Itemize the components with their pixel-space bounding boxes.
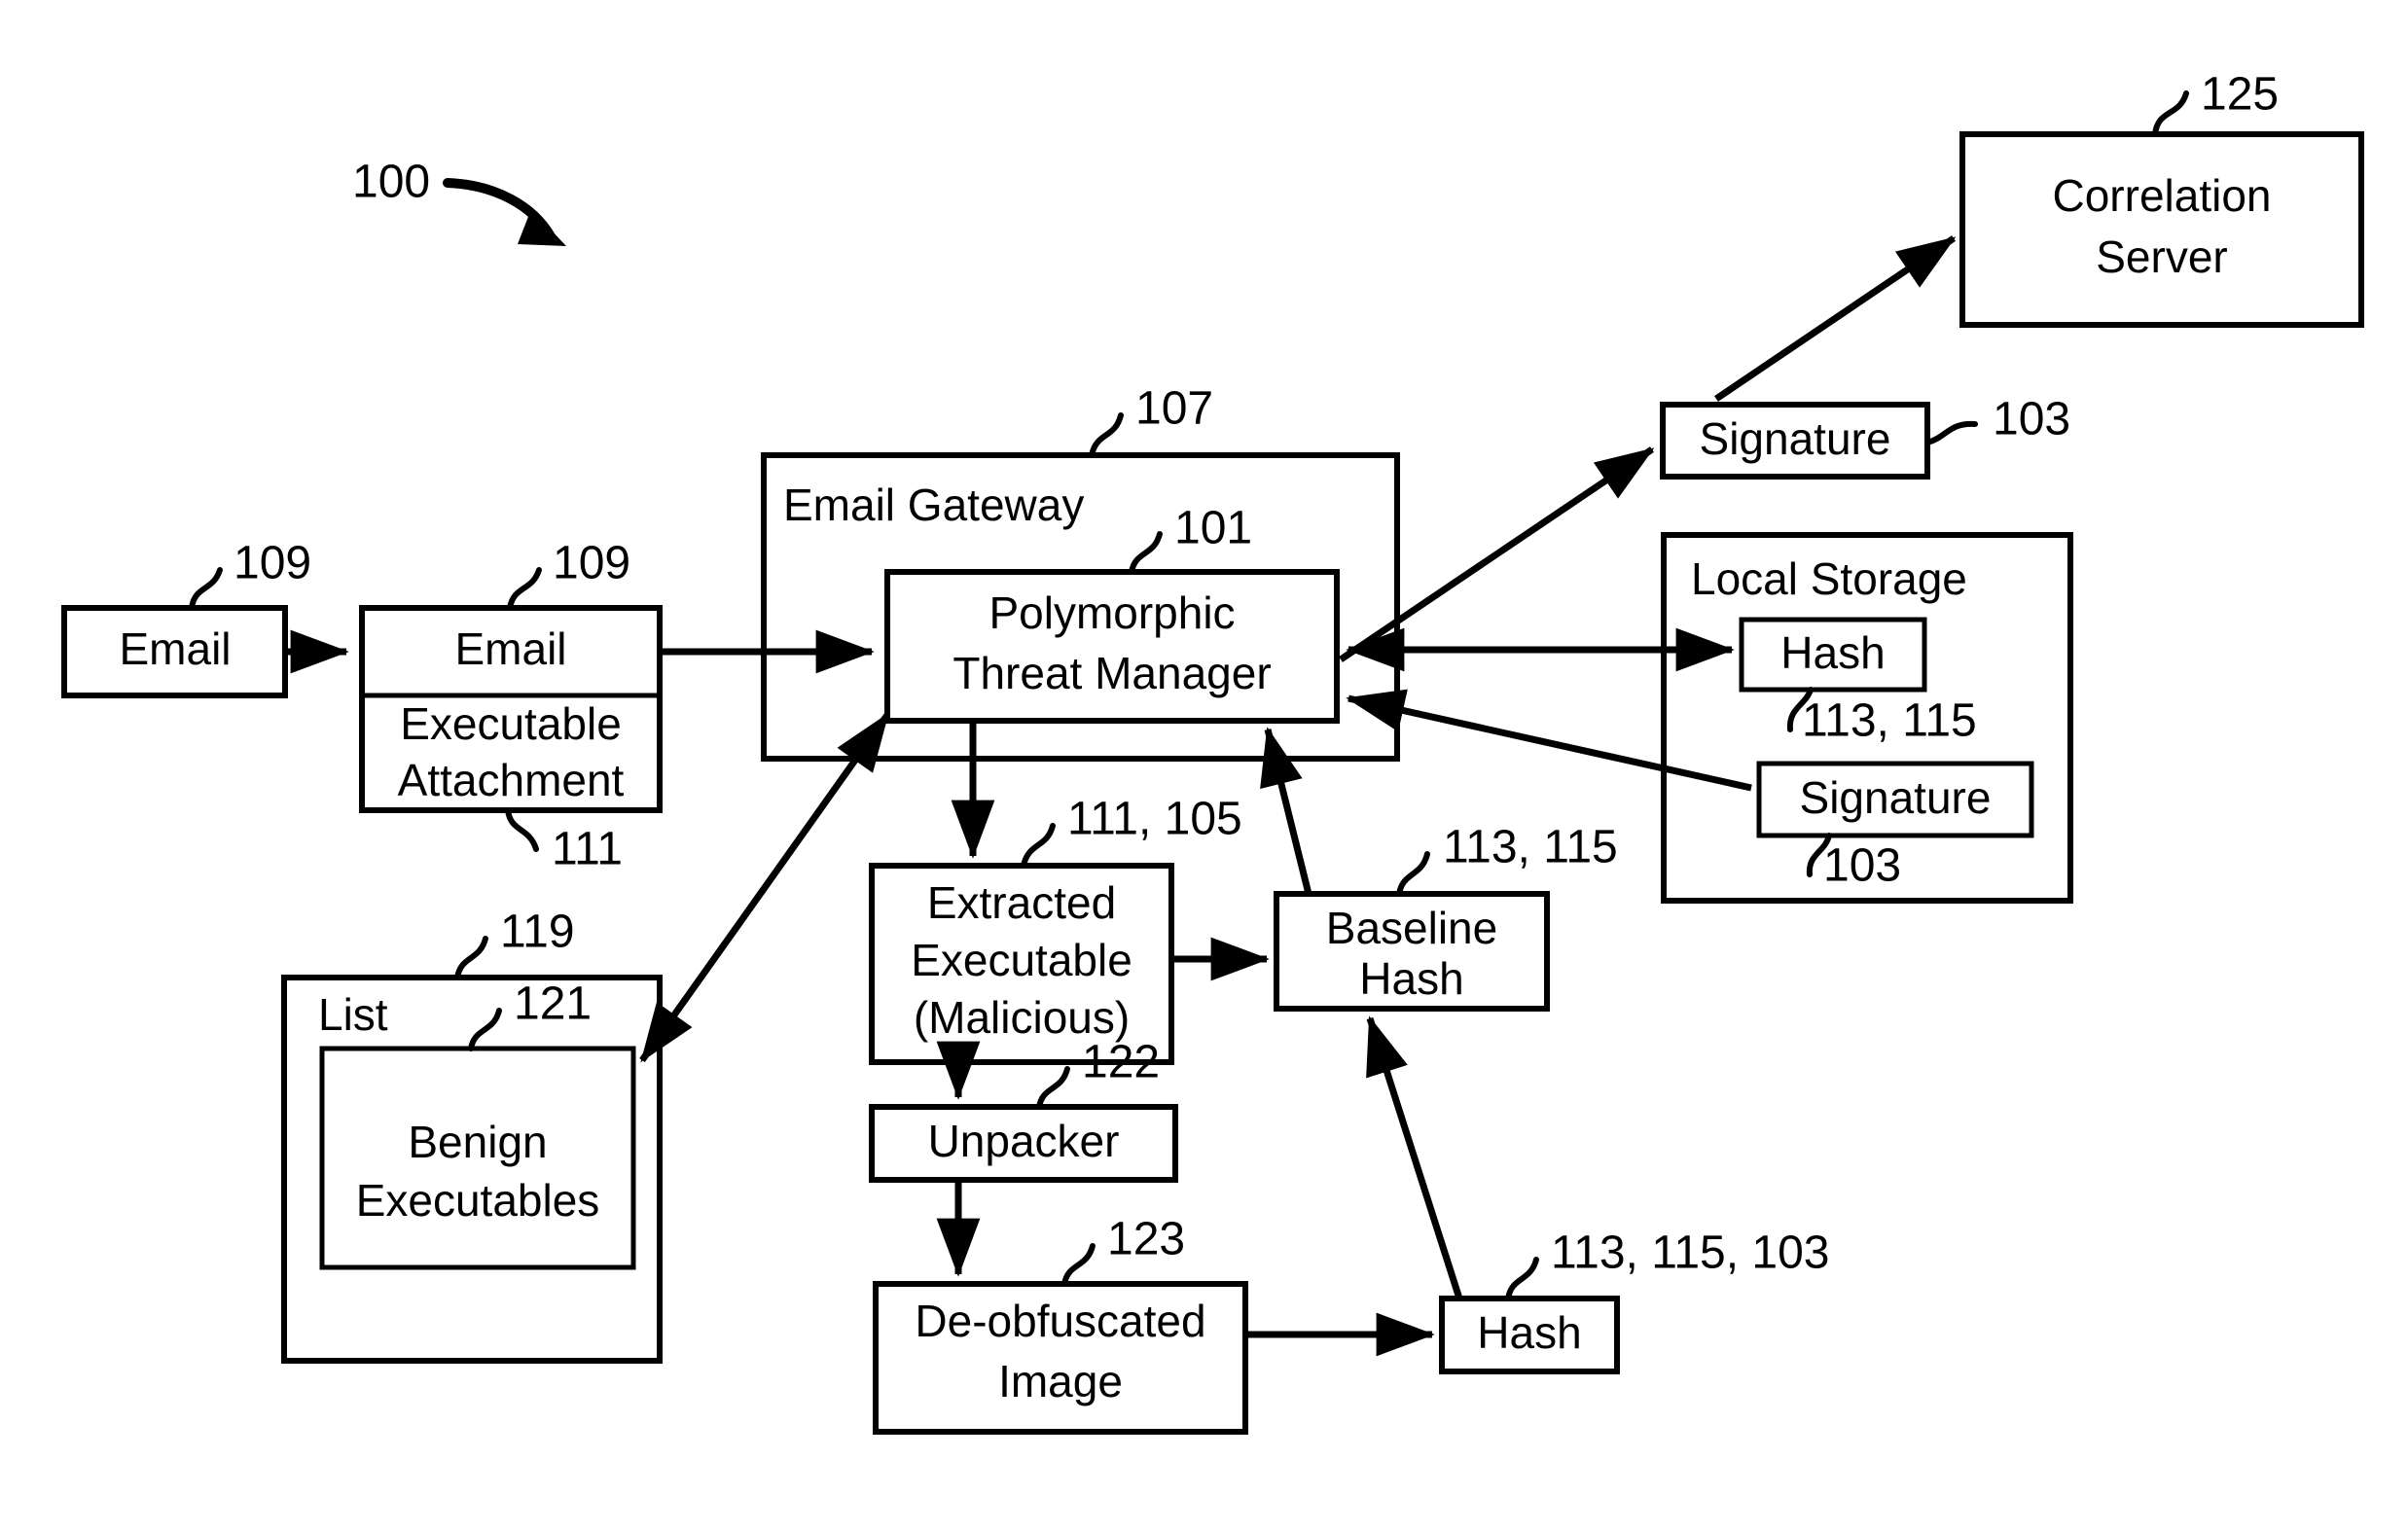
polymorphic-threat-manager-label-line1: Polymorphic [988,587,1235,638]
signature-out-ref: 103 [1993,394,2070,445]
connector-signature-out-to-correlation-server [1714,235,1957,402]
email-attachment-ref-top-group: 109 [507,538,630,611]
signature-out-ref-group: 103 [1924,394,2070,445]
local-storage-hash-label: Hash [1780,627,1885,678]
unpacker-ref: 122 [1082,1037,1160,1088]
deobfuscated-image-leader [1061,1243,1096,1287]
polymorphic-threat-manager-box[interactable]: Polymorphic Threat Manager [884,569,1340,724]
email-source-ref-group: 109 [189,538,311,611]
local-storage-signature-box[interactable]: Signature [1756,761,2034,838]
email-source-label: Email [119,623,231,674]
connector-list-ptm [639,712,890,1063]
email-attachment-leader-top [507,567,542,611]
baseline-hash-box[interactable]: Baseline Hash [1274,891,1550,1012]
extracted-executable-leader [1021,823,1056,869]
email-gateway-ref: 107 [1135,383,1213,435]
extracted-executable-label-line1: Extracted [927,877,1116,928]
email-attachment-label-line2: Attachment [398,755,625,805]
local-storage-signature-ref: 103 [1823,840,1901,892]
figure-canvas: 100 Correlation Server 125 Signature 103… [0,0,2408,1530]
baseline-hash-ref: 113, 115 [1443,822,1618,873]
baseline-hash-leader [1396,851,1430,897]
email-attachment-label-line1: Executable [400,698,622,749]
email-attachment-label-top: Email [454,623,566,674]
correlation-server-label-line1: Correlation [2053,170,2272,221]
figure-number-arrowhead [518,209,566,246]
extracted-executable-label-line2: Executable [911,935,1132,985]
hash-result-label: Hash [1477,1307,1581,1358]
extracted-executable-box[interactable]: Extracted Executable (Malicious) [869,863,1174,1065]
email-attachment-box[interactable]: Email Executable Attachment [359,605,663,813]
email-attachment-ref-top: 109 [553,538,630,589]
email-attachment-leader-bottom [505,807,539,852]
deobfuscated-image-label-line1: De-obfuscated [915,1296,1205,1346]
figure-number-group: 100 [352,157,566,246]
email-source-leader [189,567,223,611]
correlation-server-label-line2: Server [2096,231,2227,282]
email-attachment-ref-bottom-group: 111 [505,807,623,875]
email-source-ref: 109 [234,538,311,589]
hash-result-ref: 113, 115, 103 [1551,1228,1829,1279]
extracted-executable-ref: 111, 105 [1067,794,1242,845]
email-gateway-label: Email Gateway [783,480,1084,530]
local-storage-label: Local Storage [1691,553,1967,604]
email-gateway-leader [1089,412,1124,458]
unpacker-box[interactable]: Unpacker [869,1104,1178,1183]
correlation-server-box[interactable]: Correlation Server [1959,131,2364,328]
signature-out-leader [1924,420,1978,445]
hash-result-leader [1505,1257,1539,1301]
local-storage-signature-ref-group: 103 [1806,833,1901,892]
local-storage-hash-ref-group: 113, 115 [1786,687,1977,747]
correlation-server-ref: 125 [2201,69,2279,121]
benign-executables-label-line1: Benign [408,1117,547,1167]
signature-out-label: Signature [1700,413,1891,464]
polymorphic-threat-manager-label-line2: Threat Manager [952,648,1271,698]
hash-result-ref-group: 113, 115, 103 [1505,1228,1829,1301]
benign-executables-label-line2: Executables [356,1175,600,1226]
email-gateway-ref-group: 107 [1089,383,1213,458]
signature-out-box[interactable]: Signature [1660,402,1930,480]
list-ref-group: 119 [454,907,575,980]
local-storage-hash-box[interactable]: Hash [1739,617,1927,693]
email-attachment-ref-bottom: 111 [552,824,623,875]
deobfuscated-image-ref-group: 123 [1061,1214,1185,1287]
deobfuscated-image-box[interactable]: De-obfuscated Image [873,1281,1248,1435]
unpacker-label: Unpacker [928,1116,1120,1166]
local-storage-signature-label: Signature [1800,772,1992,823]
list-ref: 119 [500,907,575,958]
patent-figure-svg: 100 Correlation Server 125 Signature 103… [61,69,2364,1435]
connector-hash-to-baseline-hash [1366,1015,1463,1300]
baseline-hash-label-line2: Hash [1359,953,1463,1004]
figure-number: 100 [352,157,430,208]
email-source-box[interactable]: Email [61,605,288,698]
extracted-executable-label-line3: (Malicious) [914,992,1130,1043]
hash-result-box[interactable]: Hash [1439,1296,1620,1374]
baseline-hash-ref-group: 113, 115 [1396,822,1618,897]
baseline-hash-label-line1: Baseline [1326,903,1497,953]
benign-executables-box[interactable]: Benign Executables [319,1046,636,1270]
deobfuscated-image-ref: 123 [1107,1214,1185,1265]
local-storage-hash-ref: 113, 115 [1802,695,1977,747]
correlation-server-ref-group: 125 [2152,69,2279,137]
unpacker-leader [1036,1066,1070,1110]
polymorphic-threat-manager-ref: 101 [1174,503,1252,554]
correlation-server-rect[interactable] [1959,131,2364,328]
correlation-server-leader [2152,90,2189,137]
list-leader [454,936,488,980]
extracted-executable-ref-group: 111, 105 [1021,794,1242,869]
benign-executables-ref: 121 [514,978,592,1030]
deobfuscated-image-label-line2: Image [998,1356,1123,1406]
list-label: List [318,989,388,1040]
